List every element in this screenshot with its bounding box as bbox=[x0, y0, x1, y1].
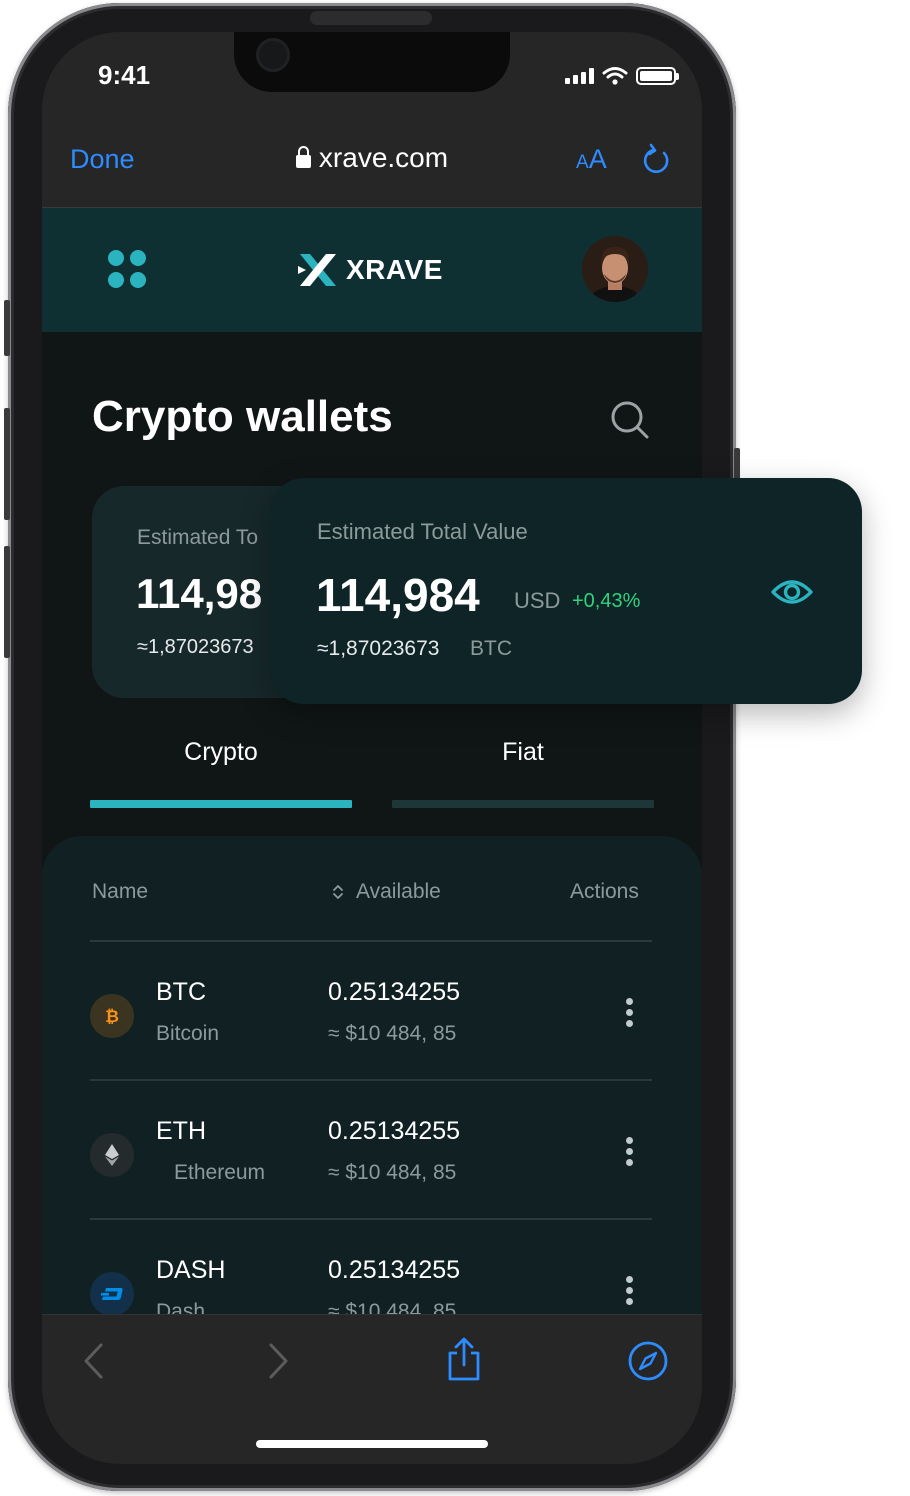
volume-down-button bbox=[4, 546, 10, 658]
page-title: Crypto wallets bbox=[92, 392, 393, 441]
mute-switch bbox=[4, 300, 10, 356]
estimated-value-card: Estimated Total Value 114,984 USD +0,43%… bbox=[270, 478, 862, 704]
volume-up-button bbox=[4, 408, 10, 520]
estimated-value-change: +0,43% bbox=[572, 590, 641, 612]
sort-icon bbox=[333, 885, 343, 899]
bitcoin-icon: ₿ bbox=[90, 994, 134, 1038]
coin-symbol: BTC bbox=[156, 978, 206, 1006]
tab-fiat-underline bbox=[392, 800, 654, 808]
text-size-button[interactable]: AA bbox=[576, 144, 607, 175]
back-arrow-icon[interactable] bbox=[72, 1339, 116, 1383]
column-header-available[interactable]: Available bbox=[332, 880, 441, 904]
avatar[interactable] bbox=[582, 236, 648, 302]
coin-amount: 0.25134255 bbox=[328, 1117, 461, 1145]
more-options-icon[interactable] bbox=[620, 1270, 640, 1310]
status-icons bbox=[565, 66, 679, 86]
column-header-name: Name bbox=[92, 880, 149, 903]
svg-text:₿: ₿ bbox=[105, 1007, 119, 1027]
wallet-table: Name Available Actions ₿ BTC Bitcoin 0.2… bbox=[42, 836, 702, 1356]
status-time: 9:41 bbox=[98, 60, 151, 90]
coin-symbol: ETH bbox=[156, 1117, 206, 1145]
forward-arrow-icon[interactable] bbox=[256, 1339, 300, 1383]
safari-toolbar: Done xrave.com AA bbox=[42, 122, 702, 208]
estimated-value-label-back: Estimated To bbox=[137, 526, 259, 549]
coin-usd-value: ≈ $10 484, 85 bbox=[328, 1161, 457, 1184]
estimated-value-amount-back: 114,98 bbox=[136, 570, 263, 617]
wifi-icon bbox=[602, 67, 628, 85]
estimated-value-btc-amount: ≈1,87023673 bbox=[317, 637, 440, 660]
tab-crypto[interactable]: Crypto bbox=[90, 738, 352, 767]
coin-name: Ethereum bbox=[174, 1161, 266, 1184]
front-camera bbox=[256, 38, 290, 72]
compass-icon[interactable] bbox=[626, 1339, 670, 1383]
table-row[interactable]: ETH Ethereum 0.25134255 ≈ $10 484, 85 bbox=[42, 1081, 702, 1219]
dash-icon bbox=[90, 1272, 134, 1316]
speaker-grill bbox=[310, 11, 432, 25]
xrave-logo[interactable]: XRAVE bbox=[296, 248, 443, 292]
tab-crypto-underline bbox=[90, 800, 352, 808]
more-options-icon[interactable] bbox=[620, 1131, 640, 1171]
coin-usd-value: ≈ $10 484, 85 bbox=[328, 1022, 457, 1045]
share-icon[interactable] bbox=[442, 1335, 486, 1383]
brand-name: XRAVE bbox=[346, 254, 443, 285]
coin-symbol: DASH bbox=[156, 1256, 226, 1284]
eye-icon[interactable] bbox=[770, 572, 814, 612]
home-indicator bbox=[256, 1440, 488, 1448]
available-label: Available bbox=[356, 880, 441, 903]
estimated-value-currency: USD bbox=[514, 588, 561, 613]
menu-grid-icon[interactable] bbox=[108, 250, 148, 290]
xrave-logo-icon bbox=[298, 254, 336, 286]
reload-icon[interactable] bbox=[640, 142, 674, 178]
more-options-icon[interactable] bbox=[620, 992, 640, 1032]
tab-fiat[interactable]: Fiat bbox=[392, 738, 654, 767]
estimated-value-amount: 114,984 bbox=[316, 569, 480, 621]
phone-screen: 9:41 Done xrave.com AA XRAVE Crypto wall… bbox=[42, 32, 702, 1464]
user-photo bbox=[582, 236, 648, 302]
coin-amount: 0.25134255 bbox=[328, 1256, 461, 1284]
cellular-signal-icon bbox=[565, 68, 594, 84]
column-header-actions: Actions bbox=[570, 880, 639, 903]
app-header: XRAVE bbox=[42, 208, 702, 332]
ethereum-icon bbox=[90, 1133, 134, 1177]
lock-icon bbox=[295, 146, 311, 168]
wallet-tabs: Crypto Fiat bbox=[90, 738, 654, 810]
battery-icon bbox=[636, 67, 679, 85]
coin-name: Bitcoin bbox=[156, 1022, 220, 1045]
estimated-value-btc-unit: BTC bbox=[470, 637, 512, 660]
estimated-value-btc-back: ≈1,87023673 bbox=[137, 636, 254, 658]
estimated-value-label: Estimated Total Value bbox=[317, 519, 528, 544]
url-text: xrave.com bbox=[318, 142, 449, 173]
search-icon[interactable] bbox=[610, 400, 650, 440]
coin-amount: 0.25134255 bbox=[328, 978, 461, 1006]
table-row[interactable]: ₿ BTC Bitcoin 0.25134255 ≈ $10 484, 85 bbox=[42, 942, 702, 1080]
